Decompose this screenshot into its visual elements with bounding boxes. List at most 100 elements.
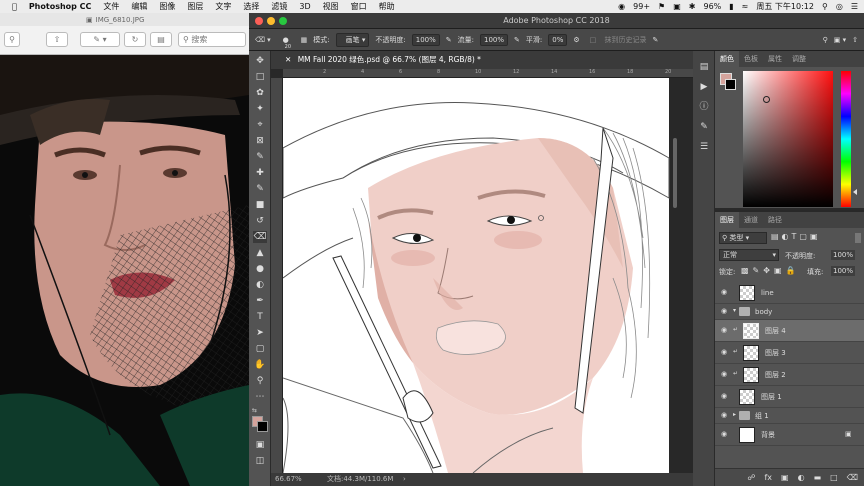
markup-icon[interactable]: ✎ ▾ <box>80 32 120 47</box>
move-tool-icon[interactable]: ✥ <box>253 55 267 67</box>
menu-edit[interactable]: 编辑 <box>131 1 147 12</box>
doc-size[interactable]: 文档:44.3M/110.6M <box>327 473 393 486</box>
lasso-tool-icon[interactable]: ✿ <box>253 87 267 99</box>
brush-settings-icon[interactable]: ▦ <box>301 36 308 44</box>
tab-properties[interactable]: 属性 <box>763 51 787 67</box>
dodge-tool-icon[interactable]: ◐ <box>253 279 267 291</box>
chevron-right-icon[interactable]: ▸ <box>733 411 736 418</box>
display-icon[interactable]: ▣ <box>673 2 681 11</box>
visibility-eye-icon[interactable]: ◉ <box>719 288 729 298</box>
visibility-eye-icon[interactable]: ◉ <box>719 326 729 336</box>
add-mask-icon[interactable]: ▣ <box>781 473 789 482</box>
layer-group-row[interactable]: ◉ ▸ 组 1 <box>715 408 864 424</box>
apple-icon[interactable]:  <box>12 2 17 11</box>
tab-swatches[interactable]: 色板 <box>739 51 763 67</box>
canvas[interactable] <box>283 78 681 473</box>
menu-3d[interactable]: 3D <box>299 2 310 11</box>
search-icon[interactable]: ⚲ <box>823 36 828 44</box>
menu-file[interactable]: 文件 <box>103 1 119 12</box>
eraser-tool-icon[interactable]: ⌫ <box>253 231 267 243</box>
zoom-level[interactable]: 66.67% <box>275 473 302 486</box>
background-color-swatch[interactable] <box>257 421 268 432</box>
status-arrow-icon[interactable]: › <box>403 473 406 486</box>
menu-view[interactable]: 视图 <box>323 1 339 12</box>
history-panel-icon[interactable]: ▤ <box>698 61 710 73</box>
layer-row[interactable]: ◉ ↵ 图层 2 <box>715 364 864 386</box>
notification-badge[interactable]: 99+ <box>633 2 650 11</box>
paint-bucket-tool-icon[interactable]: ▲ <box>253 247 267 259</box>
wifi-icon[interactable]: ≈ <box>742 2 749 11</box>
visibility-eye-icon[interactable]: ◉ <box>719 392 729 402</box>
close-tab-icon[interactable]: ✕ <box>285 55 291 64</box>
tab-layers[interactable]: 图层 <box>715 212 739 228</box>
share-icon[interactable]: ⇧ <box>852 36 858 44</box>
new-layer-icon[interactable]: □ <box>830 473 838 482</box>
visibility-eye-icon[interactable]: ◉ <box>719 370 729 380</box>
lock-icons[interactable]: ▩✎✥▣🔒 <box>741 266 799 275</box>
battery-text[interactable]: 96% <box>703 2 721 11</box>
hue-slider-handle[interactable] <box>853 189 857 195</box>
path-select-tool-icon[interactable]: ➤ <box>253 327 267 339</box>
flag-icon[interactable]: ⚑ <box>658 2 665 11</box>
visibility-eye-icon[interactable]: ◉ <box>719 430 729 440</box>
hue-slider[interactable] <box>841 71 851 207</box>
blur-tool-icon[interactable]: ● <box>253 263 267 275</box>
info-panel-icon[interactable]: ⓘ <box>698 101 710 113</box>
quick-mask-icon[interactable]: ▣ <box>253 439 267 451</box>
layer-opacity-field[interactable]: 100% <box>831 250 856 260</box>
more-tools-icon[interactable]: ⋯ <box>253 391 267 403</box>
layer-row-selected[interactable]: ◉ ↵ 图层 4 <box>715 320 864 342</box>
smooth-settings-icon[interactable]: ⚙ <box>573 36 579 44</box>
mode-select[interactable]: 画笔 ▾ <box>335 32 370 47</box>
airbrush-icon[interactable]: ✎ <box>514 36 520 44</box>
layer-filter-select[interactable]: ⚲ 类型 ▾ <box>719 232 767 244</box>
background-color-swatch[interactable] <box>725 79 736 90</box>
marquee-tool-icon[interactable]: □ <box>253 71 267 83</box>
pen-tool-icon[interactable]: ✒ <box>253 295 267 307</box>
clock[interactable]: 周五 下午10:12 <box>756 1 814 12</box>
actions-panel-icon[interactable]: ▶ <box>698 81 710 93</box>
trash-icon[interactable]: ⌫ <box>847 473 858 482</box>
filter-toggle[interactable] <box>855 233 861 243</box>
pressure-opacity-icon[interactable]: ✎ <box>446 36 452 44</box>
link-layers-icon[interactable]: ☍ <box>747 473 755 482</box>
chevron-down-icon[interactable]: ▾ <box>733 307 736 314</box>
document-tab[interactable]: ✕ MM Fall 2020 绿色.psd @ 66.7% (图层 4, RGB… <box>271 51 693 69</box>
menu-help[interactable]: 帮助 <box>379 1 395 12</box>
blend-mode-select[interactable]: 正常 ▾ <box>719 249 779 261</box>
adjustments-panel-icon[interactable]: ☰ <box>698 141 710 153</box>
opacity-field[interactable]: 100% <box>411 33 440 46</box>
frame-tool-icon[interactable]: ⊠ <box>253 135 267 147</box>
menu-layer[interactable]: 图层 <box>187 1 203 12</box>
menu-list-icon[interactable]: ☰ <box>851 2 858 11</box>
visibility-eye-icon[interactable]: ◉ <box>719 411 729 421</box>
brush-tool-icon[interactable]: ✎ <box>253 183 267 195</box>
screen-mode-icon[interactable]: ◫ <box>253 455 267 467</box>
hand-tool-icon[interactable]: ✋ <box>253 359 267 371</box>
wechat-icon[interactable]: ◉ <box>618 2 625 11</box>
stamp-tool-icon[interactable]: ■ <box>253 199 267 211</box>
visibility-eye-icon[interactable]: ◉ <box>719 348 729 358</box>
eyedropper-tool-icon[interactable]: ✎ <box>253 151 267 163</box>
brush-panel-icon[interactable]: ✎ <box>698 121 710 133</box>
layer-group-row[interactable]: ◉ ▾ body <box>715 304 864 320</box>
shape-tool-icon[interactable]: ▢ <box>253 343 267 355</box>
workspace-icon[interactable]: ▣ ▾ <box>834 36 846 44</box>
layer-row[interactable]: ◉ ↵ 图层 3 <box>715 342 864 364</box>
menu-image[interactable]: 图像 <box>159 1 175 12</box>
layer-row[interactable]: ◉ 背景 ▣ <box>715 424 864 446</box>
tab-paths[interactable]: 路径 <box>763 212 787 228</box>
layer-row[interactable]: ◉ 图层 1 <box>715 386 864 408</box>
close-window-button[interactable] <box>255 17 263 25</box>
fx-icon[interactable]: fx <box>764 473 772 482</box>
flow-field[interactable]: 100% <box>479 33 508 46</box>
zoom-icon[interactable]: ⚲ <box>4 32 20 47</box>
color-field[interactable] <box>743 71 833 207</box>
menu-filter[interactable]: 滤镜 <box>271 1 287 12</box>
adjustment-layer-icon[interactable]: ◐ <box>798 473 805 482</box>
new-group-icon[interactable]: ▬ <box>814 473 822 482</box>
bluetooth-icon[interactable]: ✱ <box>689 2 696 11</box>
tab-color[interactable]: 颜色 <box>715 51 739 67</box>
brush-preset-picker[interactable]: ● 20 <box>277 36 295 50</box>
siri-icon[interactable]: ◎ <box>836 2 843 11</box>
